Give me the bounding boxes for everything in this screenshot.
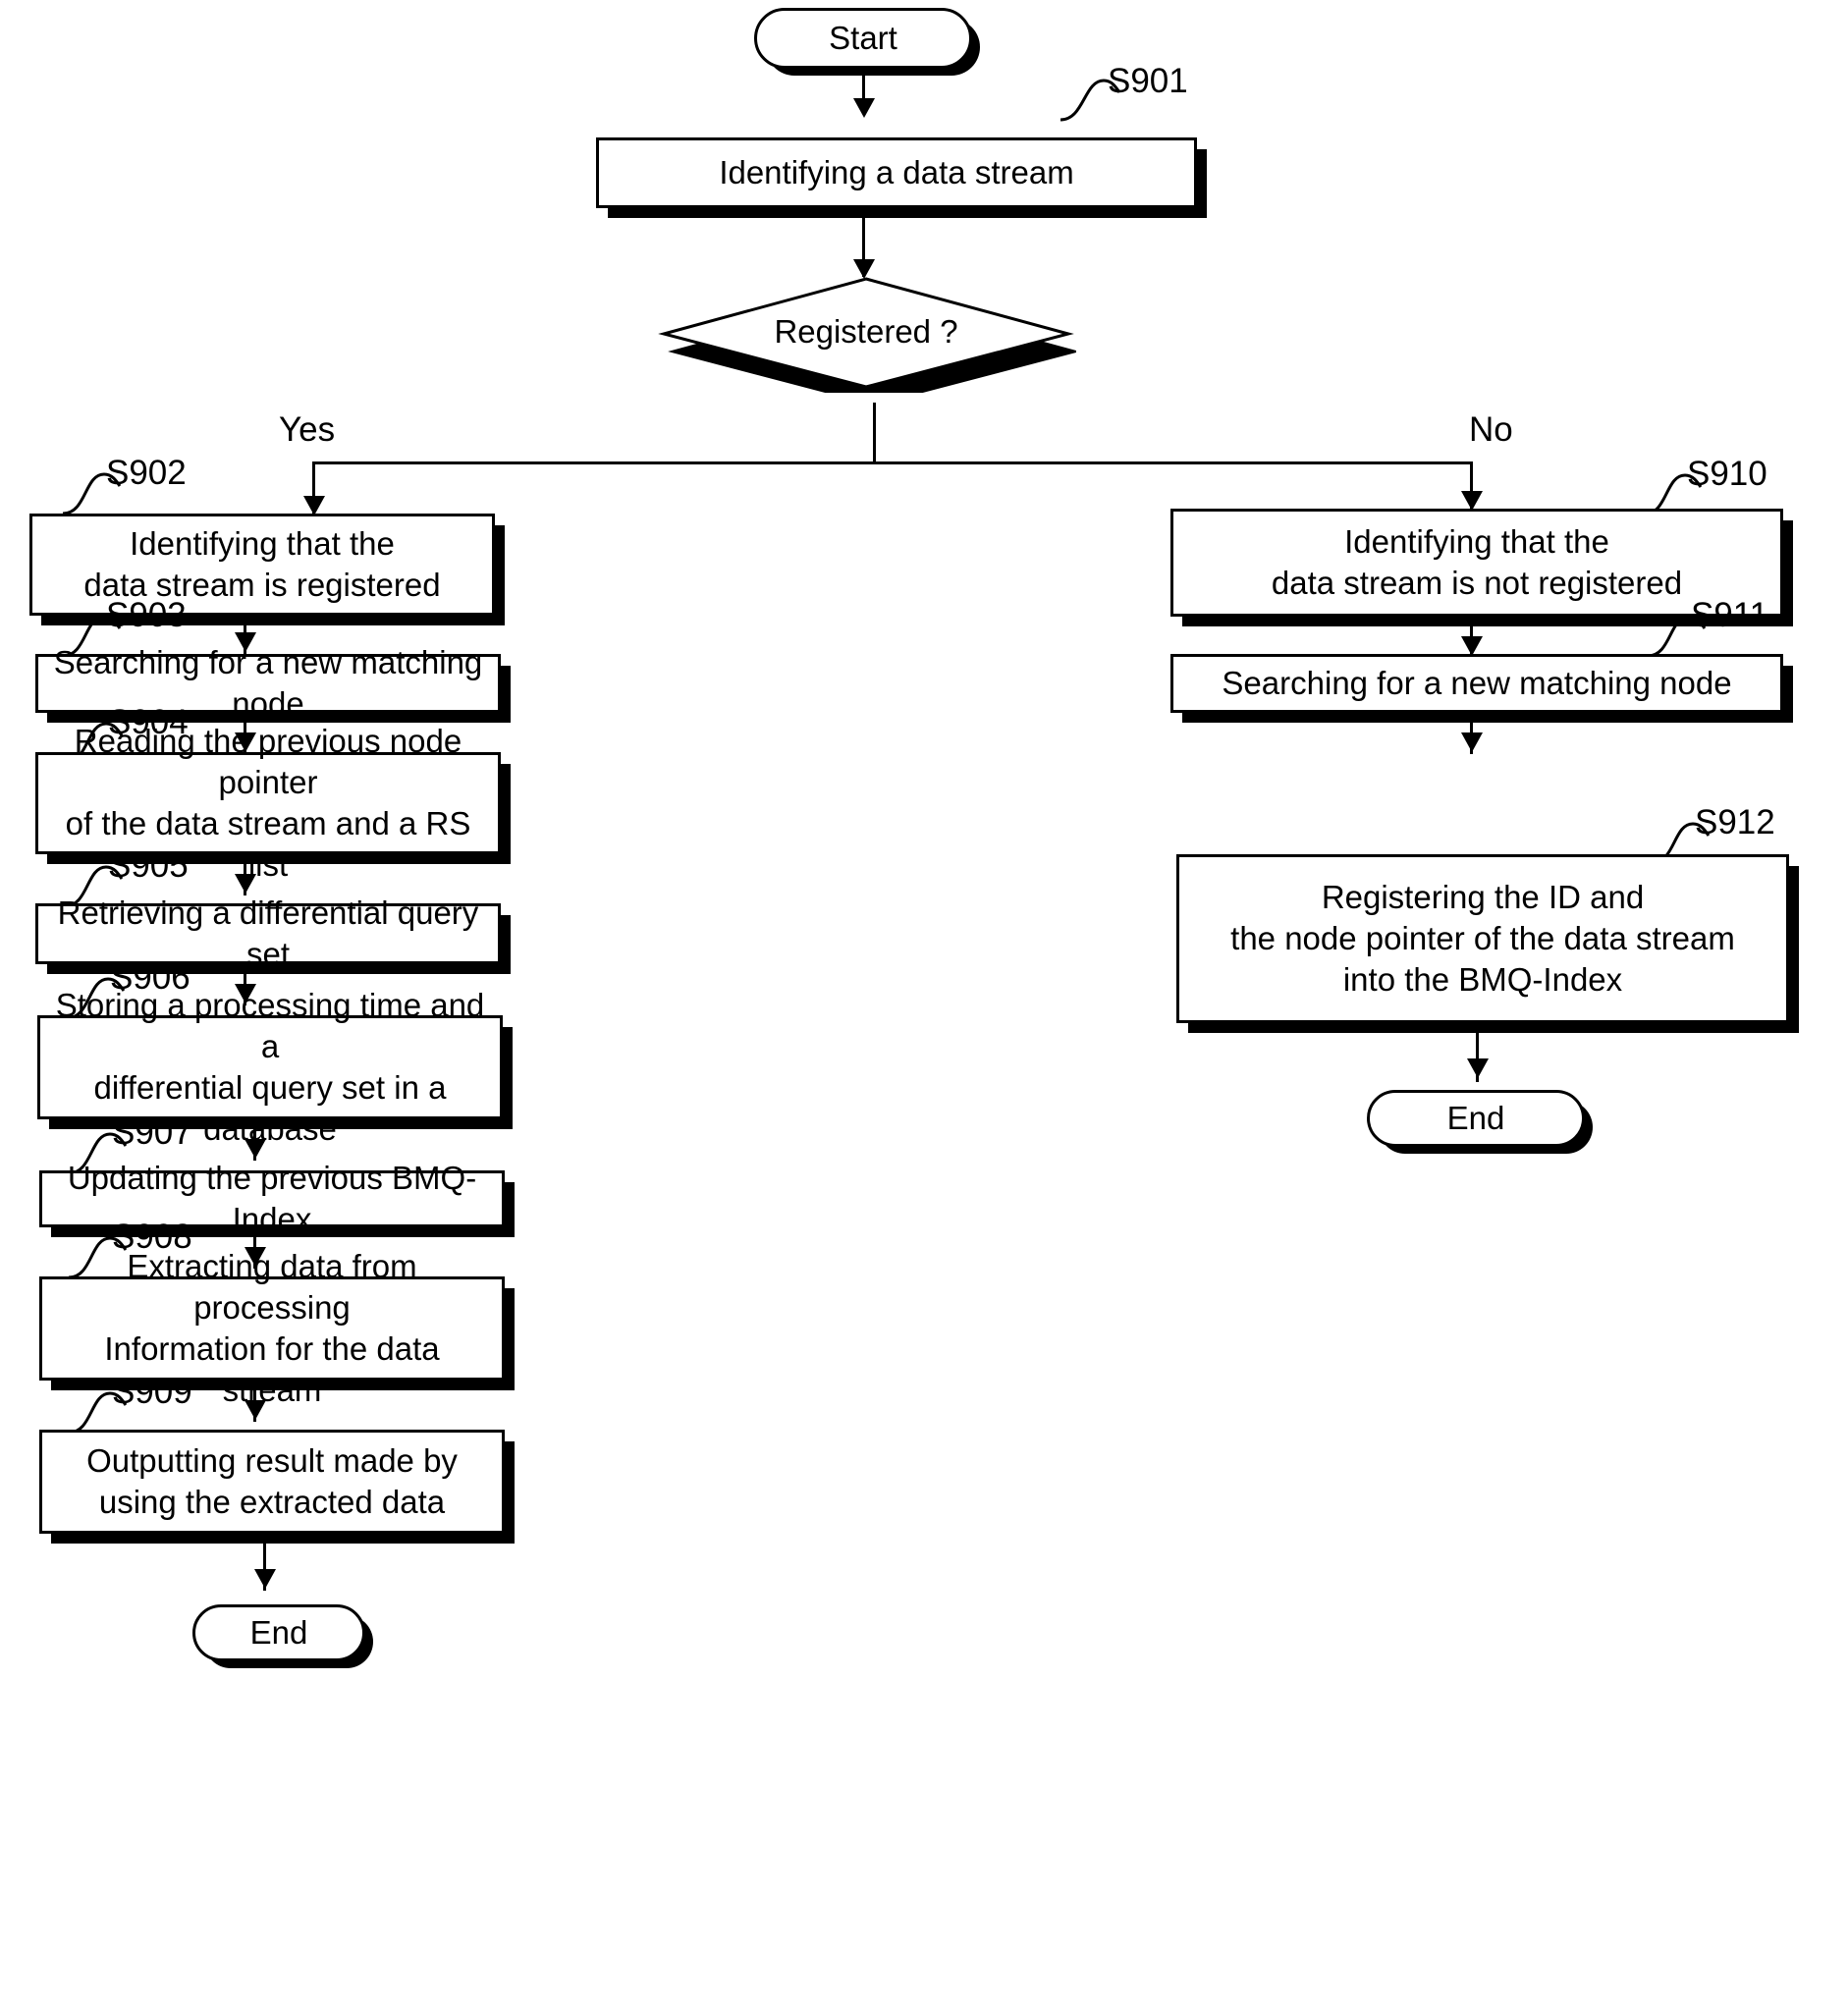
- arrowhead-s907-in: [245, 1139, 266, 1159]
- terminator-end-right: End: [1367, 1090, 1585, 1147]
- process-s910-line2: data stream is not registered: [1271, 565, 1683, 601]
- flowchart-canvas: Start S901 Identifying a data stream Reg…: [0, 0, 1848, 2006]
- branch-label-no: No: [1469, 410, 1513, 449]
- process-s909: Outputting result made by using the extr…: [39, 1430, 505, 1534]
- process-s905: Retrieving a differential query set: [35, 895, 501, 972]
- arrowhead-start-to-s901: [853, 98, 875, 118]
- process-s901-label: Identifying a data stream: [719, 153, 1074, 190]
- process-s912: Registering the ID and the node pointer …: [1176, 854, 1789, 1023]
- terminator-start: Start: [754, 8, 972, 69]
- process-s904: Reading the previous node pointer of the…: [35, 723, 501, 883]
- decision-label-wrap: Registered ?: [656, 277, 1076, 393]
- leader-curl-s901: [1060, 79, 1121, 122]
- branch-label-yes: Yes: [279, 410, 336, 449]
- decision-label: Registered ?: [774, 313, 958, 350]
- process-s902: Identifying that the data stream is regi…: [29, 514, 495, 616]
- arrowhead-s912-in: [1461, 732, 1483, 752]
- terminator-start-label: Start: [829, 20, 897, 56]
- connector-branch-bar: [312, 461, 1473, 464]
- process-s912-line3: into the BMQ-Index: [1342, 961, 1623, 999]
- leader-curl-s911: [1647, 615, 1707, 658]
- arrowhead-s905-in: [235, 874, 256, 894]
- terminator-end-left: End: [192, 1604, 365, 1661]
- process-s911-label: Searching for a new matching node: [1222, 664, 1732, 701]
- process-s912-line2: the node pointer of the data stream: [1230, 919, 1735, 956]
- process-s909-line1: Outputting result made by: [86, 1441, 458, 1479]
- process-s904-line1: Reading the previous node pointer: [74, 722, 462, 800]
- process-s908-line1: Extracting data from processing: [127, 1247, 417, 1326]
- process-s908: Extracting data from processing Informat…: [39, 1248, 505, 1408]
- process-s909-line2: using the extracted data: [98, 1484, 446, 1520]
- connector-decision-stem: [873, 403, 876, 463]
- arrowhead-yes-drop: [303, 496, 325, 515]
- arrowhead-s901-to-decision: [853, 259, 875, 279]
- process-s903: Searching for a new matching node: [35, 644, 501, 722]
- arrowhead-end-right-in: [1467, 1058, 1489, 1078]
- leader-curl-s902: [62, 472, 122, 515]
- terminator-end-left-label: End: [249, 1614, 308, 1651]
- process-s911: Searching for a new matching node: [1170, 654, 1783, 713]
- arrowhead-s909-in: [245, 1400, 266, 1420]
- process-s906-line1: Storing a processing time and a: [55, 986, 485, 1064]
- process-s912-line1: Registering the ID and: [1321, 878, 1645, 915]
- process-s901: Identifying a data stream: [596, 137, 1197, 208]
- process-s907: Updating the previous BMQ-Index: [39, 1160, 505, 1237]
- terminator-end-right-label: End: [1446, 1100, 1505, 1136]
- process-s906: Storing a processing time and a differen…: [37, 987, 503, 1147]
- process-s902-line1: Identifying that the: [130, 524, 395, 562]
- process-s910-line1: Identifying that the: [1344, 522, 1609, 560]
- arrowhead-no-drop: [1461, 491, 1483, 511]
- decision-registered: Registered ?: [656, 277, 1076, 393]
- arrowhead-end-left-in: [254, 1569, 276, 1589]
- arrowhead-s911-in: [1461, 636, 1483, 656]
